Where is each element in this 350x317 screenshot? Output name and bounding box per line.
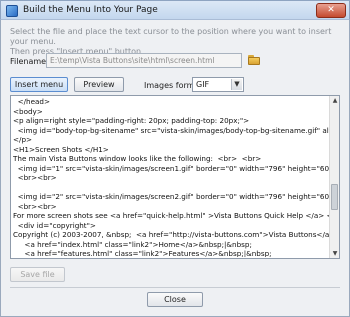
scroll-thumb[interactable] [331,184,338,210]
folder-icon[interactable] [247,53,261,67]
scroll-up-icon[interactable]: ▲ [330,96,339,105]
filename-label: Filename [10,57,47,66]
divider [10,287,340,288]
code-line[interactable]: <img id="body-top-bg-sitename" src="vist… [13,126,329,136]
app-icon [6,5,18,17]
code-line[interactable]: <a href="features.html" class="link2">Fe… [13,249,329,257]
code-line[interactable]: <a href="index.html" class="link2">Home<… [13,240,329,250]
title-bar: Build the Menu Into Your Page ✕ [0,0,350,20]
code-line[interactable]: <p align=right style="padding-right: 20p… [13,116,329,126]
scroll-down-icon[interactable]: ▼ [330,249,339,258]
code-line[interactable]: <body> [13,107,329,117]
code-line[interactable]: </head> [13,97,329,107]
code-line[interactable]: Copyright (c) 2003-2007, &nbsp; <a href=… [13,230,329,240]
close-window-button[interactable]: ✕ [316,3,346,18]
code-line[interactable] [13,183,329,193]
close-button[interactable]: Close [147,292,203,307]
code-line[interactable]: <H1>Screen Shots </H1> [13,145,329,155]
code-text[interactable]: </head> <body> <p align=right style="paddi… [13,97,329,257]
filename-field[interactable]: E:\temp\Vista Buttons\site\html\screen.h… [46,53,242,68]
code-line[interactable]: For more screen shots see <a href="quick… [13,211,329,221]
code-line[interactable]: <br><br> [13,173,329,183]
code-line[interactable]: <img id="1" src="vista-skin/images/scree… [13,164,329,174]
code-line[interactable]: The main Vista Buttons window looks like… [13,154,329,164]
save-file-button[interactable]: Save file [10,267,65,282]
insert-menu-button[interactable]: Insert menu [10,77,68,92]
images-format-value: GIF [196,80,210,89]
code-line[interactable]: <br><br> [13,202,329,212]
images-format-select[interactable]: GIF ▼ [192,77,244,92]
chevron-down-icon[interactable]: ▼ [231,79,242,90]
preview-button[interactable]: Preview [74,77,124,92]
code-line[interactable]: <img id="2" src="vista-skin/images/scree… [13,192,329,202]
html-editor[interactable]: </head> <body> <p align=right style="paddi… [10,95,340,259]
intro-line-1: Select the file and place the text curso… [10,27,332,46]
code-line[interactable]: <div id="copyright"> [13,221,329,231]
code-line[interactable]: </p> [13,135,329,145]
vertical-scrollbar[interactable]: ▲ ▼ [329,96,339,258]
window-title: Build the Menu Into Your Page [23,5,158,15]
